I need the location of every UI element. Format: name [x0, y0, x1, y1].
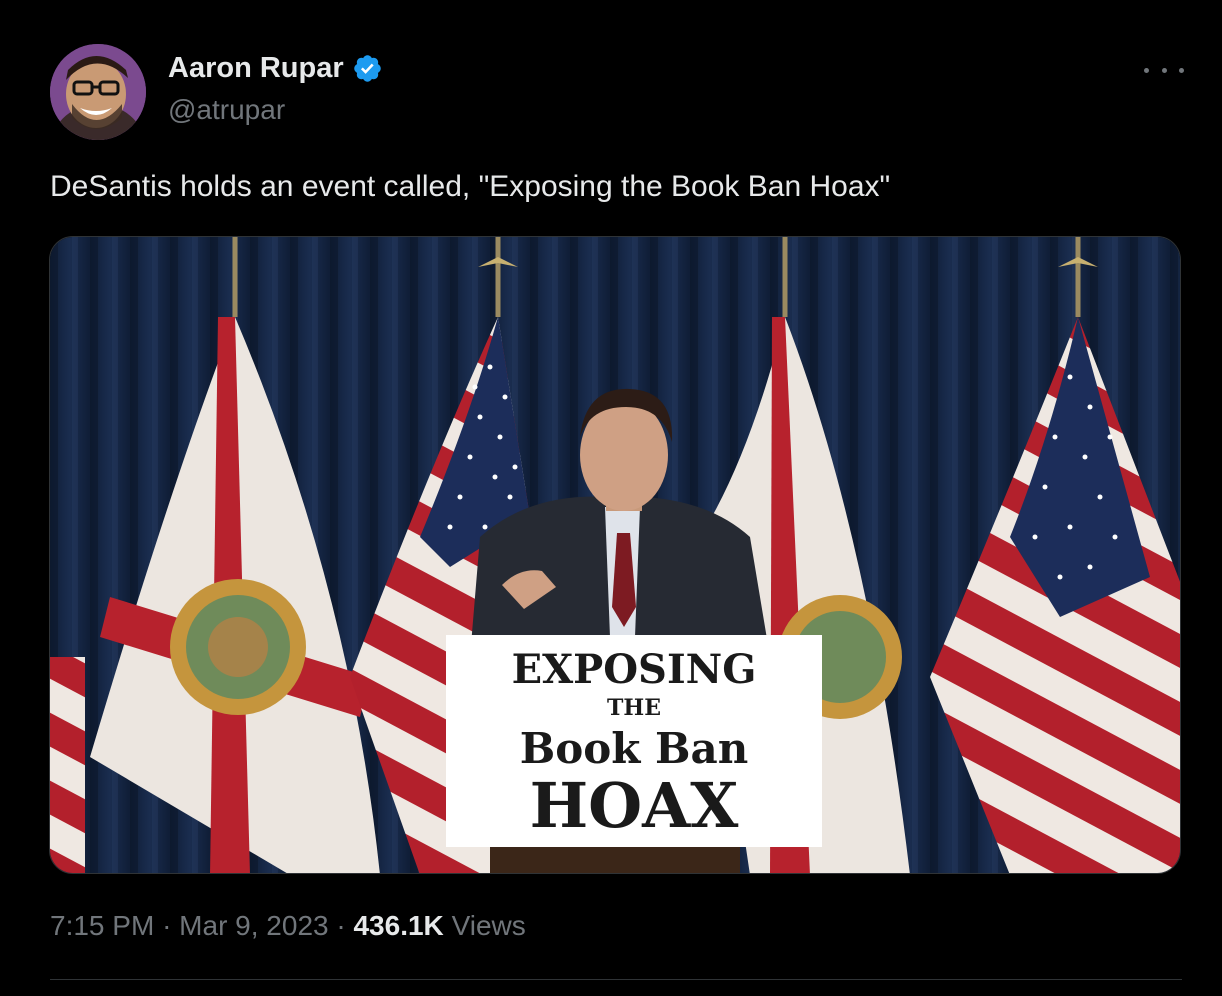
dot: [1144, 67, 1149, 73]
separator: ·: [162, 910, 172, 941]
views-label: Views: [451, 910, 526, 941]
tweet-metadata: 7:15 PM · Mar 9, 2023 · 436.1K Views: [50, 910, 526, 942]
separator: ·: [336, 910, 346, 941]
dot: [1161, 67, 1167, 73]
avatar[interactable]: [50, 44, 146, 140]
tweet-text: DeSantis holds an event called, "Exposin…: [50, 170, 891, 203]
sign-line-3: Book Ban: [520, 724, 749, 773]
divider: [50, 979, 1182, 980]
tweet-time[interactable]: 7:15 PM: [50, 910, 154, 941]
verified-badge-icon: [352, 53, 383, 84]
sign-line-1: EXPOSING: [512, 646, 757, 693]
exposing-hoax-sign: EXPOSING THE Book Ban HOAX: [446, 635, 822, 847]
sign-line-4: HOAX: [530, 769, 740, 842]
views-count: 436.1K: [353, 910, 444, 941]
avatar-photo: [50, 44, 146, 140]
author-name-row: Aaron Rupar: [168, 52, 383, 85]
tweet-media-image[interactable]: EXPOSING THE Book Ban HOAX: [49, 236, 1181, 874]
author-handle[interactable]: @atrupar: [168, 94, 285, 126]
more-options-icon[interactable]: [1144, 60, 1184, 80]
dot: [1179, 67, 1184, 73]
author-name[interactable]: Aaron Rupar: [168, 52, 344, 85]
sign-line-2: THE: [607, 695, 661, 721]
tweet-date[interactable]: Mar 9, 2023: [179, 910, 328, 941]
press-event-photo: EXPOSING THE Book Ban HOAX: [50, 237, 1180, 873]
